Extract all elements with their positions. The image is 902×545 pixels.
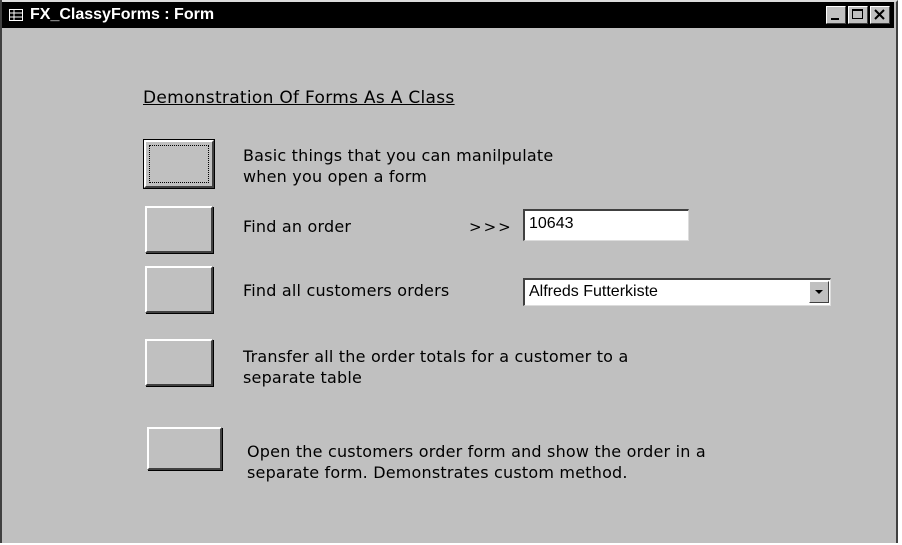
open-order-form-label-line1: Open the customers order form and show t… [247, 442, 706, 461]
form-icon [8, 8, 24, 22]
maximize-icon [852, 9, 863, 19]
find-customer-orders-button[interactable] [145, 266, 213, 313]
close-button[interactable] [870, 6, 890, 24]
open-order-form-button[interactable] [147, 427, 222, 470]
maximize-button[interactable] [848, 6, 868, 24]
transfer-totals-label-line2: separate table [243, 368, 363, 387]
title-bar[interactable]: FX_ClassyForms : Form [2, 2, 894, 28]
transfer-totals-label-line1: Transfer all the order totals for a cust… [243, 347, 629, 366]
customer-combo[interactable]: Alfreds Futterkiste [523, 278, 831, 306]
find-customer-orders-label: Find all customers orders [243, 281, 450, 300]
chevron-down-icon [815, 290, 823, 294]
form-heading: Demonstration Of Forms As A Class [143, 88, 455, 108]
basic-things-label-line1: Basic things that you can manilpulate [243, 146, 554, 165]
find-order-label: Find an order [243, 217, 352, 236]
basic-things-label: Basic things that you can manilpulate wh… [243, 145, 553, 187]
order-arrows: >>> [469, 218, 513, 236]
basic-things-button[interactable] [143, 139, 215, 189]
open-order-form-label-line2: separate form. Demonstrates custom metho… [247, 463, 628, 482]
minimize-icon [831, 18, 839, 20]
minimize-button[interactable] [826, 6, 846, 24]
window-left-edge [0, 0, 2, 543]
customer-combo-value: Alfreds Futterkiste [529, 283, 658, 300]
window-title: FX_ClassyForms : Form [30, 6, 215, 23]
order-number-input[interactable]: 10643 [523, 209, 689, 241]
basic-things-label-line2: when you open a form [243, 167, 427, 186]
transfer-totals-button[interactable] [145, 339, 213, 386]
customer-combo-dropdown-button[interactable] [809, 281, 829, 303]
find-order-button[interactable] [145, 206, 213, 253]
close-icon [874, 9, 885, 20]
transfer-totals-label: Transfer all the order totals for a cust… [243, 346, 628, 388]
open-order-form-label: Open the customers order form and show t… [247, 441, 706, 483]
